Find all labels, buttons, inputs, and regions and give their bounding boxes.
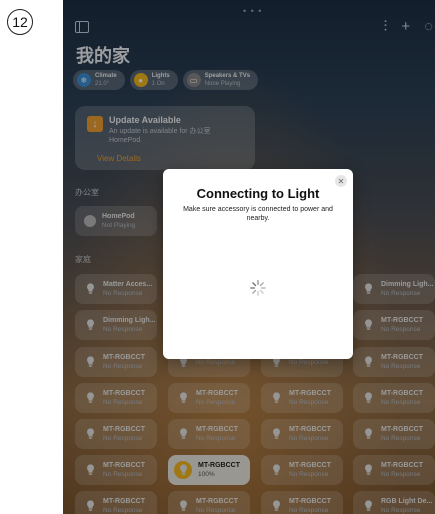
dialog-message: Make sure accessory is connected to powe…	[183, 206, 333, 222]
dialog-title: Connecting to Light	[196, 186, 320, 201]
connecting-dialog: ✕ Connecting to Light Make sure accessor…	[163, 169, 353, 359]
step-number: 12	[7, 9, 33, 35]
spinner-icon	[250, 280, 266, 296]
